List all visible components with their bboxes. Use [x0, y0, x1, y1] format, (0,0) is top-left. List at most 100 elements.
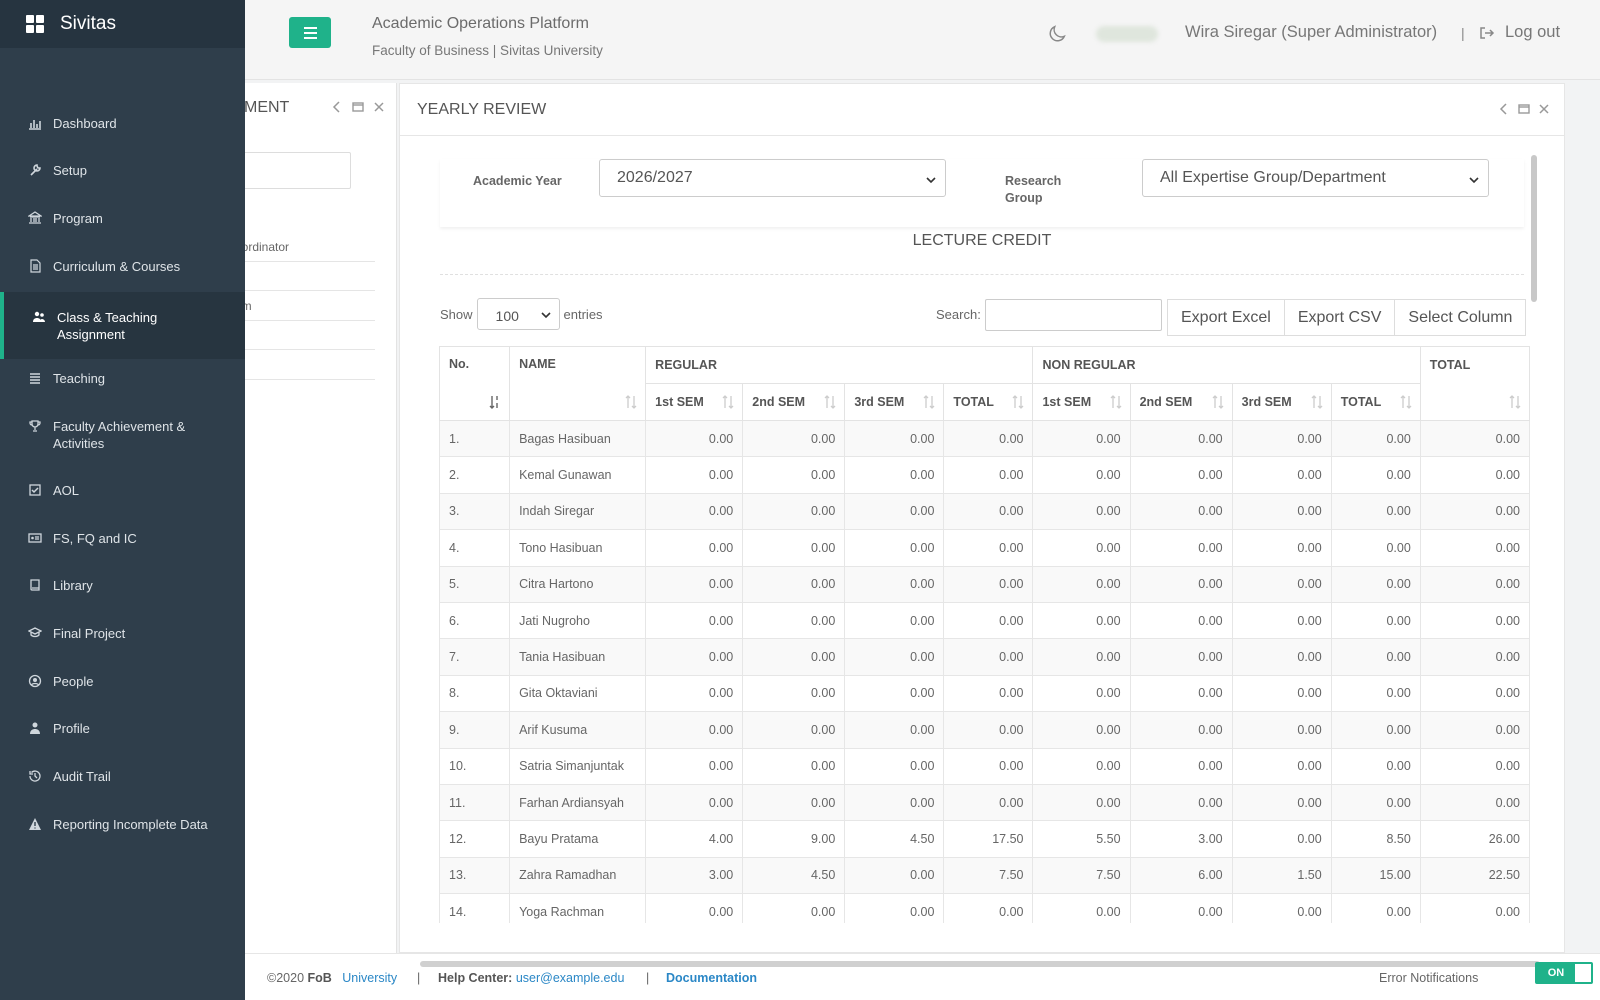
- col-total-sort[interactable]: [1419, 383, 1530, 421]
- close-icon[interactable]: [373, 101, 385, 113]
- help-email-link[interactable]: user@example.edu: [516, 971, 625, 985]
- col-sub-header[interactable]: 2nd SEM: [742, 383, 846, 421]
- academic-year-select[interactable]: 2026/2027: [599, 159, 946, 197]
- logout-icon[interactable]: [1479, 25, 1495, 41]
- col-sub-header[interactable]: TOTAL: [943, 383, 1034, 421]
- credit-value: 0.00: [1129, 529, 1233, 567]
- row-number: 11.: [439, 783, 511, 822]
- error-notifications-toggle[interactable]: ON: [1535, 962, 1593, 984]
- sidebar-item-audit-trail[interactable]: Audit Trail: [0, 766, 245, 785]
- col-no[interactable]: No.: [439, 346, 511, 421]
- help-label: Help Center:: [438, 971, 513, 985]
- credit-value: 0.00: [1419, 674, 1530, 713]
- history-icon: [28, 769, 42, 783]
- research-group-select[interactable]: All Expertise Group/Department: [1142, 159, 1489, 197]
- trophy-icon: [28, 419, 42, 433]
- assignment-search-input[interactable]: [235, 152, 351, 189]
- credit-value: 0.00: [844, 456, 945, 494]
- credit-value: 15.00: [1330, 856, 1421, 895]
- entries-select[interactable]: 100: [476, 298, 560, 330]
- search-input[interactable]: [985, 299, 1162, 331]
- sidebar: Sivitas Dashboard Setup Program Curriculum …: [0, 0, 245, 1000]
- sidebar-item-class-teaching-assignment[interactable]: Class & Teaching Assignment: [0, 292, 245, 359]
- credit-value: 0.00: [1231, 893, 1332, 923]
- col-sub-header[interactable]: 3rd SEM: [844, 383, 945, 421]
- maximize-icon[interactable]: [352, 101, 364, 113]
- row-number: 8.: [439, 674, 511, 713]
- sidebar-item-aol[interactable]: AOL: [0, 480, 245, 499]
- list-item[interactable]: [235, 350, 375, 380]
- lecturer-name: Arif Kusuma: [509, 711, 647, 749]
- credit-value: 0.00: [1231, 783, 1332, 822]
- horizontal-scrollbar[interactable]: [420, 961, 1540, 967]
- list-item[interactable]: am: [235, 291, 375, 321]
- footer: ©2020 FoB University | Help Center: user…: [245, 953, 1600, 1000]
- credit-value: 17.50: [943, 820, 1034, 858]
- credit-value: 0.00: [1330, 674, 1421, 713]
- sidebar-item-faculty-achievement-activities[interactable]: Faculty Achievement & Activities: [0, 416, 245, 452]
- documentation-link[interactable]: Documentation: [666, 971, 757, 985]
- sidebar-item-profile[interactable]: Profile: [0, 718, 245, 737]
- credit-value: 0.00: [645, 601, 744, 640]
- list-icon: [28, 371, 42, 385]
- chevron-down-icon: [926, 177, 936, 184]
- credit-value: 0.00: [1032, 492, 1131, 531]
- export-excel-button[interactable]: Export Excel: [1167, 299, 1285, 336]
- col-sub-header[interactable]: 1st SEM: [1032, 383, 1131, 421]
- sidebar-item-setup[interactable]: Setup: [0, 160, 245, 179]
- credit-value: 0.00: [645, 456, 744, 494]
- panel-tools: [331, 101, 385, 113]
- brand[interactable]: Sivitas: [0, 0, 245, 48]
- credit-value: 0.00: [1330, 711, 1421, 749]
- user-circle-icon: [28, 674, 42, 688]
- sort-icon: [824, 395, 836, 409]
- credit-value: 0.00: [943, 419, 1034, 458]
- grid-icon: [26, 15, 44, 33]
- assignment-list: oordinator amy: [235, 232, 375, 380]
- user-name[interactable]: Wira Siregar (Super Administrator): [1185, 23, 1437, 42]
- menu-toggle-button[interactable]: [289, 17, 331, 48]
- export-csv-button[interactable]: Export CSV: [1283, 299, 1396, 336]
- sort-icon: [625, 395, 637, 409]
- col-sub-header[interactable]: 2nd SEM: [1129, 383, 1233, 421]
- graduation-cap-icon: [27, 626, 43, 640]
- list-item[interactable]: [235, 262, 375, 291]
- sidebar-item-reporting-incomplete-data[interactable]: Reporting Incomplete Data: [0, 814, 245, 833]
- university-link[interactable]: University: [342, 971, 397, 985]
- credit-value: 0.00: [1330, 893, 1421, 923]
- sidebar-item-curriculum-courses[interactable]: Curriculum & Courses: [0, 256, 245, 275]
- list-item[interactable]: oordinator: [235, 232, 375, 262]
- col-sub-header[interactable]: 1st SEM: [645, 383, 744, 421]
- col-sub-header[interactable]: TOTAL: [1330, 383, 1421, 421]
- moon-icon[interactable]: [1046, 23, 1068, 45]
- file-icon: [28, 259, 42, 273]
- avatar[interactable]: [1096, 26, 1158, 42]
- col-name[interactable]: NAME: [509, 346, 647, 421]
- sidebar-item-program[interactable]: Program: [0, 208, 245, 227]
- logout-link[interactable]: Log out: [1505, 23, 1560, 42]
- sidebar-item-fs-fq-and-ic[interactable]: FS, FQ and IC: [0, 528, 245, 547]
- col-sub-header[interactable]: 3rd SEM: [1231, 383, 1332, 421]
- sidebar-item-library[interactable]: Library: [0, 575, 245, 594]
- id-card-icon: [28, 531, 42, 545]
- credit-value: 5.50: [1032, 820, 1131, 858]
- research-group-label: Research Group: [1005, 174, 1062, 205]
- list-item[interactable]: y: [235, 321, 375, 350]
- credit-value: 0.00: [844, 529, 945, 567]
- maximize-icon[interactable]: [1518, 103, 1530, 115]
- vertical-scrollbar[interactable]: [1531, 155, 1537, 302]
- sidebar-item-dashboard[interactable]: Dashboard: [0, 113, 245, 132]
- footer-copyright: ©2020 FoB University: [267, 971, 397, 985]
- close-icon[interactable]: [1538, 103, 1550, 115]
- credit-value: 0.00: [742, 783, 846, 822]
- sidebar-item-people[interactable]: People: [0, 671, 245, 690]
- sidebar-item-final-project[interactable]: Final Project: [0, 623, 245, 642]
- credit-value: 0.00: [742, 747, 846, 785]
- collapse-icon[interactable]: [331, 101, 343, 113]
- fob-link[interactable]: FoB: [308, 971, 332, 985]
- select-column-button[interactable]: Select Column: [1394, 299, 1527, 336]
- credit-value: 0.00: [844, 711, 945, 749]
- credit-value: 7.50: [943, 856, 1034, 895]
- sidebar-item-teaching[interactable]: Teaching: [0, 368, 245, 387]
- collapse-icon[interactable]: [1498, 103, 1510, 115]
